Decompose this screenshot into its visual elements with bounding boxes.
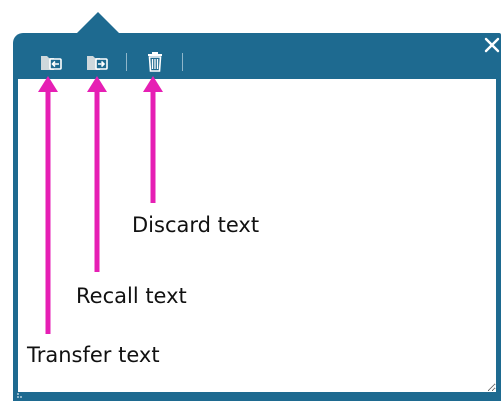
close-icon [484,37,500,53]
recall-text-button[interactable] [85,51,109,73]
discard-text-callout: Discard text [132,213,260,237]
screenshot-stage: Discard text Recall text Transfer text [0,0,501,401]
trash-icon [148,52,162,72]
folder-transfer-icon [41,56,62,70]
popup-toolbar [13,33,501,79]
close-popup-button[interactable] [483,36,501,54]
popup-pointer [76,12,120,34]
recall-text-callout: Recall text [76,284,187,308]
transfer-text-callout: Transfer text [27,343,160,367]
resize-grip-icon[interactable] [17,393,25,399]
toolbar-separator [182,53,183,71]
transfer-text-button[interactable] [39,51,63,73]
toolbar-separator [126,53,127,71]
discard-text-button[interactable] [143,51,167,73]
folder-recall-icon [87,56,108,70]
